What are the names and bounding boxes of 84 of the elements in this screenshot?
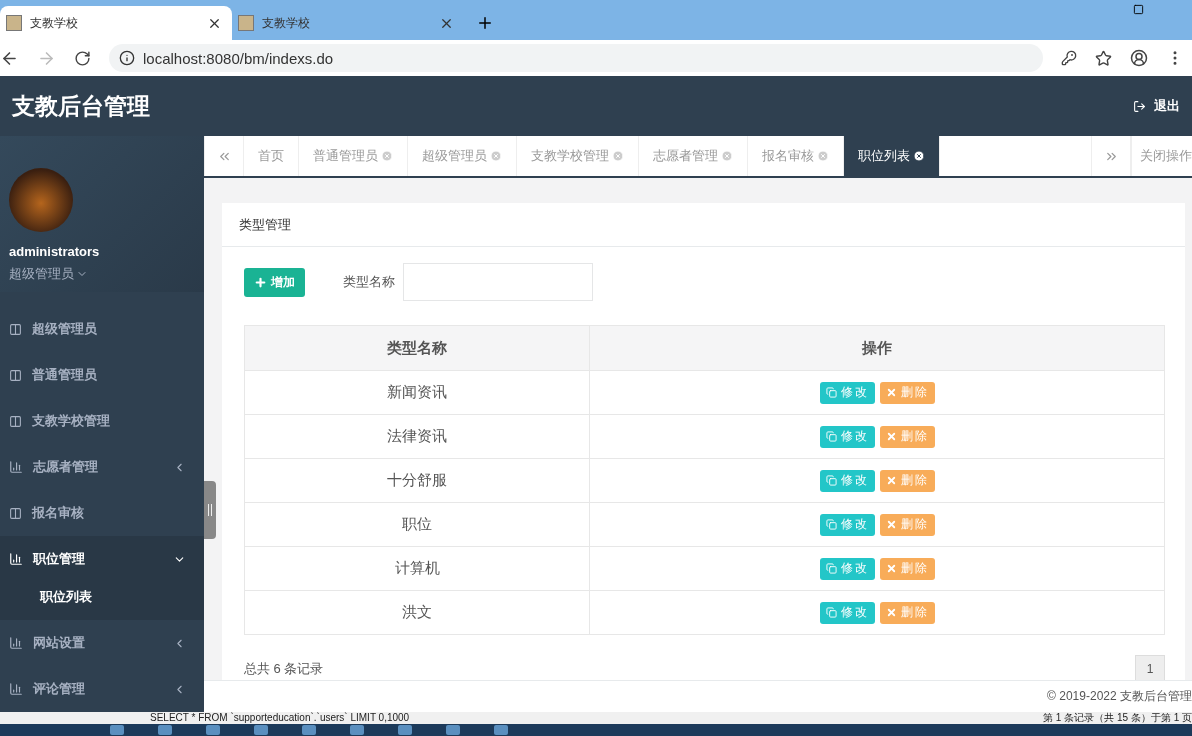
close-icon — [885, 563, 897, 574]
columns-icon — [9, 506, 22, 520]
column-header: 操作 — [861, 337, 893, 358]
bar-chart-icon — [9, 636, 23, 650]
close-icon — [885, 475, 897, 486]
user-name: administrators — [9, 244, 101, 259]
app-icon[interactable] — [110, 725, 124, 735]
copy-icon — [825, 387, 837, 398]
edit-button[interactable]: 修改 — [819, 513, 875, 536]
sidebar-toggle-handle[interactable] — [204, 481, 216, 539]
delete-button[interactable]: 删除 — [879, 557, 935, 580]
delete-button[interactable]: 删除 — [879, 381, 935, 404]
info-icon — [119, 50, 135, 66]
columns-icon — [9, 368, 22, 382]
sidebar-item[interactable]: 报名审核 — [0, 490, 204, 536]
maximize-icon[interactable] — [1133, 4, 1144, 15]
app-icon[interactable] — [254, 725, 268, 735]
app-icon[interactable] — [158, 725, 172, 735]
app-title: 支教后台管理 — [12, 91, 150, 121]
app-icon[interactable] — [398, 725, 412, 735]
sql-query-text: SELECT * FROM `supporteducation`.`users` LIMIT 0,1000 — [150, 712, 410, 724]
app-icon[interactable] — [446, 725, 460, 735]
edit-button[interactable]: 修改 — [819, 557, 875, 580]
app-icon[interactable] — [206, 725, 220, 735]
favicon-icon — [238, 15, 254, 31]
app-icon[interactable] — [494, 725, 508, 735]
close-icon[interactable] — [913, 150, 925, 162]
add-button[interactable]: 增加 — [244, 267, 305, 297]
delete-button[interactable]: 删除 — [879, 513, 935, 536]
app-icon[interactable] — [302, 725, 316, 735]
close-icon — [885, 607, 897, 618]
edit-button[interactable]: 修改 — [819, 381, 875, 404]
scroll-right-button[interactable] — [1091, 136, 1131, 176]
browser-tab[interactable]: 支教学校 — [232, 6, 464, 40]
grip-icon — [208, 504, 212, 516]
record-count: 总共 6 条记录 — [244, 660, 324, 678]
close-operations-button[interactable]: 关闭操作 — [1131, 136, 1192, 176]
user-role-dropdown[interactable]: 超级管理员 — [9, 265, 195, 283]
edit-button[interactable]: 修改 — [819, 601, 875, 624]
sidebar-item[interactable]: 支教学校管理 — [0, 398, 204, 444]
app-icon[interactable] — [350, 725, 364, 735]
close-icon — [885, 431, 897, 442]
edit-button[interactable]: 修改 — [819, 425, 875, 448]
columns-icon — [9, 414, 22, 428]
delete-button[interactable]: 删除 — [879, 601, 935, 624]
copy-icon — [825, 475, 837, 486]
address-field[interactable]: localhost:8080/bm/indexs.do — [109, 44, 1043, 72]
bar-chart-icon — [9, 460, 23, 474]
reload-icon[interactable] — [74, 49, 91, 67]
close-icon — [885, 387, 897, 398]
logout-icon — [1133, 99, 1146, 113]
copy-icon — [825, 607, 837, 618]
sidebar-item[interactable]: 职位管理 — [0, 536, 204, 582]
sidebar-item[interactable]: 志愿者管理 — [0, 444, 204, 490]
star-icon[interactable] — [1095, 49, 1112, 67]
browser-tab[interactable]: 支教学校 — [0, 6, 232, 40]
copy-icon — [825, 563, 837, 574]
logout-link[interactable]: 退出 — [1133, 97, 1180, 115]
key-icon[interactable] — [1061, 50, 1077, 66]
sidebar-item[interactable]: 普通管理员 — [0, 352, 204, 398]
edit-button[interactable]: 修改 — [819, 469, 875, 492]
sidebar-item[interactable]: 网站设置 — [0, 620, 204, 666]
filter-label: 类型名称 — [343, 273, 395, 291]
copyright-text: © 2019-2022 支教后台管理 — [1047, 688, 1192, 705]
sidebar-item[interactable]: 评论管理 — [0, 666, 204, 712]
close-icon — [885, 519, 897, 530]
table-cell: 洪文 — [245, 591, 590, 634]
favicon-icon — [6, 15, 22, 31]
sidebar-item[interactable]: 超级管理员 — [0, 306, 204, 352]
scroll-left-button[interactable] — [204, 136, 244, 176]
record-info-text: 第 1 条记录（共 15 条）于第 1 页 — [1043, 712, 1192, 724]
page-button[interactable]: 1 — [1135, 655, 1165, 683]
columns-icon — [9, 322, 22, 336]
bar-chart-icon — [9, 552, 23, 566]
name-input-field[interactable] — [403, 263, 593, 301]
page-tab[interactable]: 职位列表 — [844, 136, 940, 176]
copy-icon — [825, 519, 837, 530]
bar-chart-icon — [9, 682, 23, 696]
delete-button[interactable]: 删除 — [879, 425, 935, 448]
account-icon[interactable] — [1130, 49, 1148, 67]
plus-icon — [254, 275, 267, 289]
delete-button[interactable]: 删除 — [879, 469, 935, 492]
copy-icon — [825, 431, 837, 442]
panel-title: 类型管理 — [222, 203, 1185, 247]
